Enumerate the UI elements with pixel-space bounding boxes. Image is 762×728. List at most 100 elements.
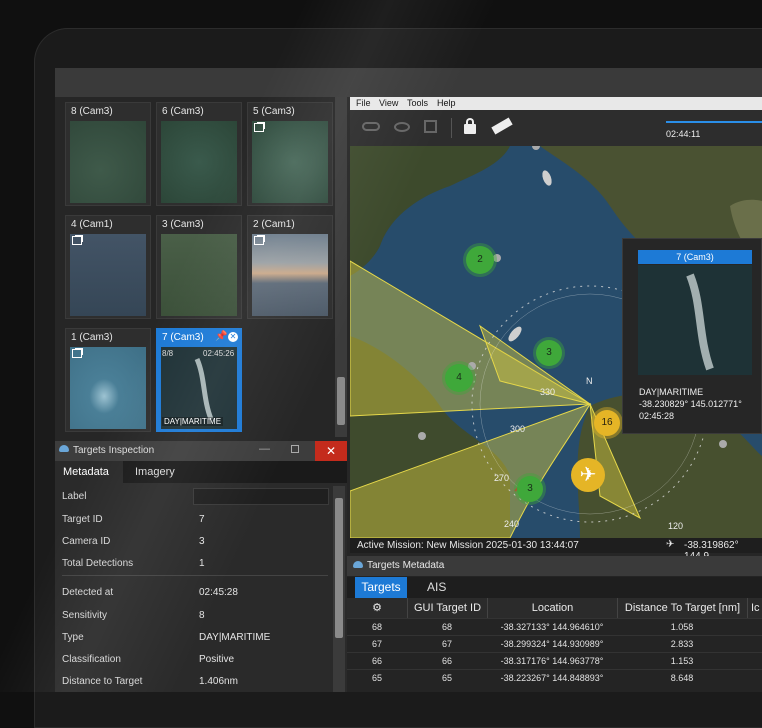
field-key: Total Detections	[62, 558, 134, 569]
column-settings[interactable]: ⚙	[347, 598, 407, 618]
menu-view[interactable]: View	[379, 98, 398, 108]
field-value: 3	[199, 536, 205, 547]
frame-count: 8/8	[162, 349, 174, 358]
table-row[interactable]: 66 66 -38.317176° 144.963778° 1.153	[347, 652, 762, 669]
label-input[interactable]	[193, 488, 329, 505]
app-window: 8 (Cam3) 6 (Cam3) 5 (Cam3) 4 (Cam1) 3 (C…	[55, 68, 762, 692]
column-distance[interactable]: Distance To Target [nm]	[617, 598, 747, 618]
table-row[interactable]: 68 68 -38.327133° 144.964610° 1.058	[347, 618, 762, 635]
thumb-image	[161, 121, 237, 203]
thumb-label: 1 (Cam3)	[71, 332, 113, 343]
thumb-target-3[interactable]: 3 (Cam3)	[156, 215, 242, 319]
target-cluster-marker[interactable]: 2	[466, 246, 494, 274]
close-icon[interactable]: ✕	[315, 441, 347, 461]
gear-icon[interactable]: ⚙	[372, 602, 382, 614]
inspection-title: Targets Inspection	[73, 445, 155, 456]
field-label: Label	[55, 486, 330, 508]
field-key: Detected at	[62, 587, 114, 598]
remove-icon[interactable]: ✕	[228, 332, 238, 342]
cell: 68	[441, 622, 452, 632]
status-bar: Active Mission: New Mission 2025-01-30 1…	[350, 538, 762, 562]
field-value: DAY|MARITIME	[199, 632, 271, 643]
cell: 65	[441, 673, 452, 683]
chip-icon[interactable]	[424, 120, 437, 133]
thumb-image	[70, 121, 146, 203]
field-value: 02:45:28	[199, 587, 238, 598]
target-cluster-marker-warning[interactable]: 16	[594, 410, 620, 436]
thumb-label: 6 (Cam3)	[162, 106, 204, 117]
target-cluster-marker[interactable]: 4	[445, 364, 473, 392]
thumb-target-7-selected[interactable]: 7 (Cam3) 📌 ✕ 8/8 02:45:26 DAY|MARITIME	[156, 328, 242, 432]
target-cluster-marker[interactable]: 3	[517, 476, 543, 502]
field-value: Positive	[199, 654, 235, 665]
inspection-tabs: Metadata Imagery	[55, 461, 347, 483]
cell: -38.223267° 144.848893°	[500, 673, 604, 683]
thumb-target-2[interactable]: 2 (Cam1)	[247, 215, 333, 319]
cell: 67	[441, 639, 452, 649]
table-row[interactable]: 67 67 -38.299324° 144.930989° 2.833	[347, 635, 762, 652]
cell: 65	[371, 673, 382, 683]
cell: 66	[441, 656, 452, 666]
compass-label: N	[586, 376, 593, 386]
ruler-icon[interactable]	[491, 117, 513, 135]
thumb-target-1[interactable]: 1 (Cam3)	[65, 328, 151, 432]
timeline-bar[interactable]	[666, 121, 762, 123]
menu-file[interactable]: File	[356, 98, 371, 108]
compass-label: 240	[504, 519, 520, 529]
gallery-scroll-thumb[interactable]	[337, 377, 345, 425]
pin-icon[interactable]: 📌	[215, 331, 227, 342]
tab-ais[interactable]: AIS	[427, 577, 446, 598]
column-location[interactable]: Location	[487, 598, 617, 618]
thumb-label: 3 (Cam3)	[162, 219, 204, 230]
table-row[interactable]: 65 65 -38.223267° 144.848893° 8.648	[347, 669, 762, 686]
divider	[62, 575, 328, 576]
metadata-tabs: Targets AIS	[347, 577, 762, 598]
column-gui-target-id[interactable]: GUI Target ID	[407, 598, 487, 618]
tab-metadata[interactable]: Metadata	[55, 461, 123, 483]
gallery-scrollbar[interactable]	[335, 97, 347, 437]
cell: -38.299324° 144.930989°	[500, 639, 604, 649]
hide-icon[interactable]	[394, 122, 410, 132]
tab-imagery[interactable]: Imagery	[127, 461, 183, 483]
thumb-image	[70, 234, 146, 316]
thumb-target-5[interactable]: 5 (Cam3)	[247, 102, 333, 206]
popup-image[interactable]	[638, 265, 752, 375]
map-toolbar: 02:44:11	[350, 110, 762, 146]
inspection-scroll-thumb[interactable]	[335, 498, 343, 638]
thumb-image	[252, 234, 328, 316]
thumb-image	[161, 234, 237, 316]
field-total-detections: Total Detections 1	[55, 553, 330, 575]
field-key: Type	[62, 632, 84, 643]
thumb-label: 2 (Cam1)	[253, 219, 295, 230]
thumb-time: 02:45:26	[203, 349, 235, 358]
cell: 1.153	[670, 656, 694, 666]
target-cluster-marker[interactable]: 3	[536, 340, 562, 366]
target-popup: 7 (Cam3) DAY|MARITIME -38.230829° 145.01…	[622, 238, 762, 434]
thumb-target-8[interactable]: 8 (Cam3)	[65, 102, 151, 206]
toolbar-divider	[451, 118, 452, 138]
minimize-icon[interactable]: —	[259, 443, 270, 455]
field-target-id: Target ID 7	[55, 509, 330, 531]
tab-targets[interactable]: Targets	[355, 577, 407, 598]
thumb-target-6[interactable]: 6 (Cam3)	[156, 102, 242, 206]
multi-image-icon	[72, 236, 82, 245]
lock-shackle	[466, 118, 474, 126]
thumb-target-4[interactable]: 4 (Cam1)	[65, 215, 151, 319]
cell: 68	[371, 622, 382, 632]
cloud-icon	[353, 561, 363, 568]
menu-tools[interactable]: Tools	[407, 98, 428, 108]
thumb-label: 5 (Cam3)	[253, 106, 295, 117]
field-key: Camera ID	[62, 536, 111, 547]
inspection-scrollbar[interactable]	[333, 486, 345, 692]
maximize-icon[interactable]	[291, 445, 299, 453]
field-key: Target ID	[62, 514, 103, 525]
link-icon[interactable]	[362, 122, 380, 131]
metadata-title: Targets Metadata	[367, 560, 445, 571]
thumb-label: 4 (Cam1)	[71, 219, 113, 230]
menu-help[interactable]: Help	[437, 98, 456, 108]
popup-title: 7 (Cam3)	[638, 250, 752, 264]
popup-type: DAY|MARITIME	[639, 387, 704, 397]
column-id-partial[interactable]: Ic	[747, 598, 762, 618]
multi-image-icon	[254, 123, 264, 132]
aircraft-icon[interactable]: ✈	[571, 458, 605, 492]
